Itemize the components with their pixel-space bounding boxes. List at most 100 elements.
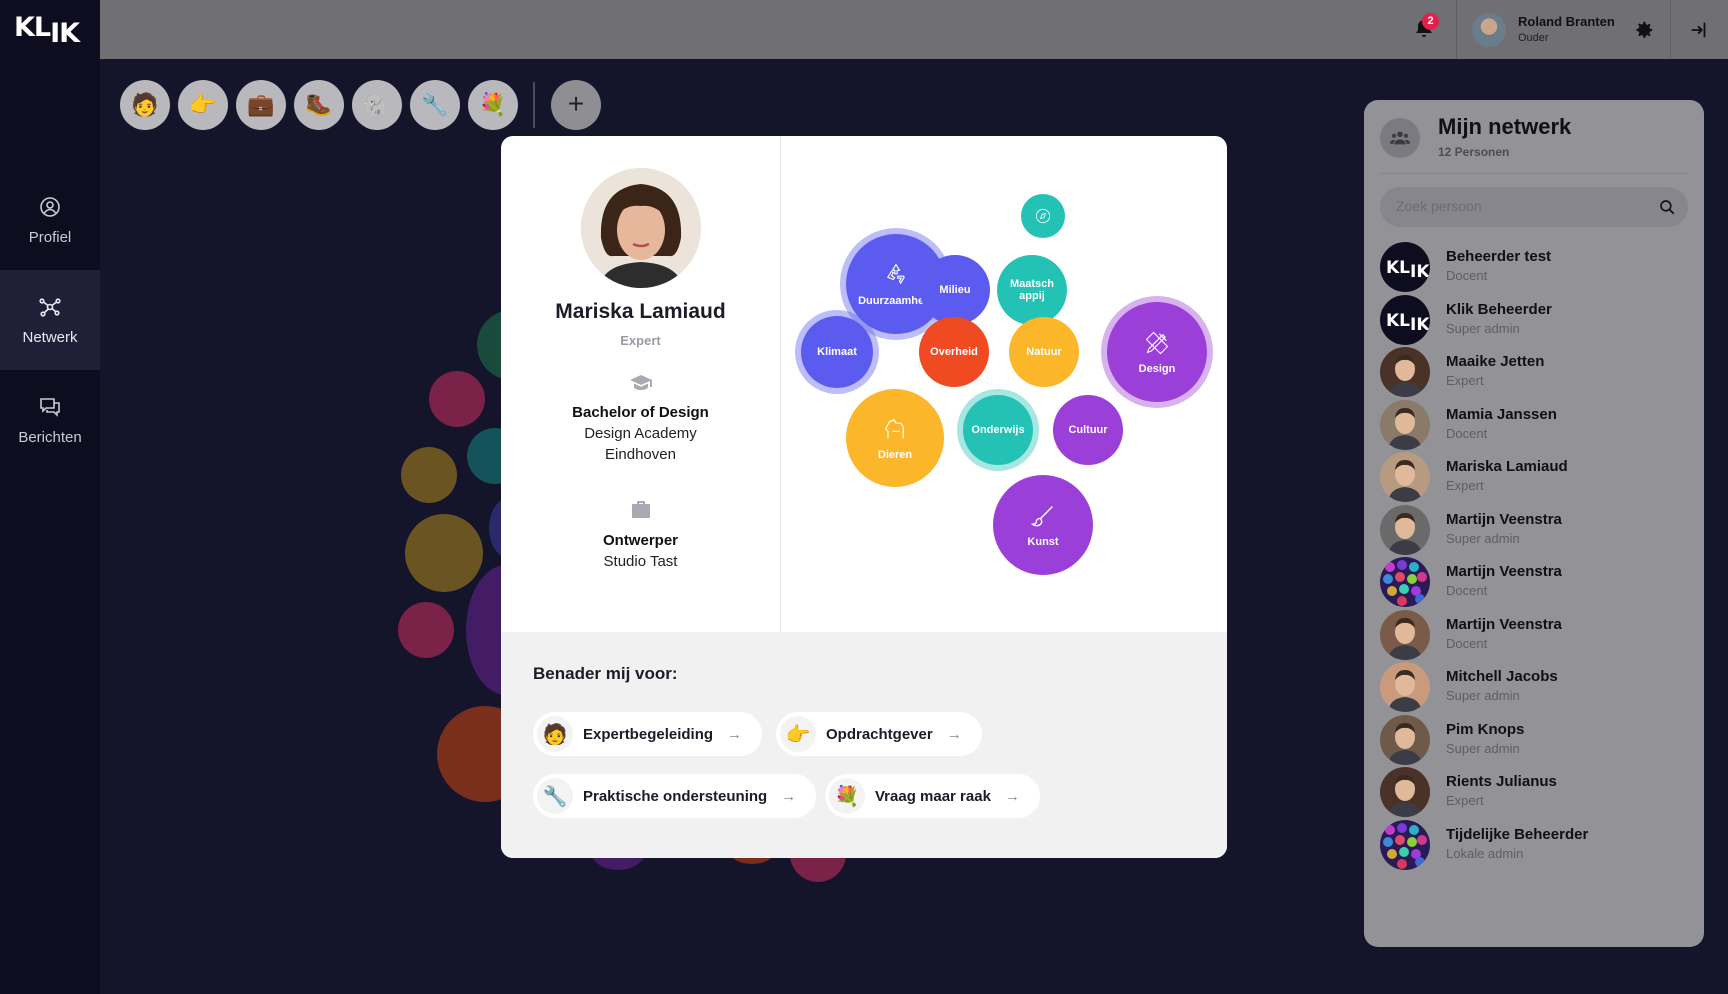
person-avatar <box>1380 662 1430 712</box>
contact-option-icon: 👉 <box>780 716 816 752</box>
people-icon <box>1380 118 1420 158</box>
person-avatar: KLIK <box>1380 242 1430 292</box>
person-avatar <box>1380 347 1430 397</box>
elephant-filter[interactable]: 🐘 <box>352 80 402 130</box>
interest-label: Overheid <box>930 345 978 358</box>
person-row[interactable]: KLIK Beheerder test Docent <box>1380 240 1690 292</box>
person-row[interactable]: Mitchell Jacobs Super admin <box>1380 660 1690 712</box>
klik-logo[interactable]: KLIK <box>14 12 80 49</box>
interest-natuur[interactable]: Natuur <box>1009 317 1079 387</box>
person-row[interactable]: Pim Knops Super admin <box>1380 713 1690 765</box>
interest-label: Onderwijs <box>971 423 1025 436</box>
person-avatar: KLIK <box>1380 294 1430 345</box>
person-name: Beheerder test <box>1446 248 1552 265</box>
sidebar: KLIK Profiel Netwerk Berichten <box>0 0 100 994</box>
nav-item-netwerk[interactable]: Netwerk <box>0 270 100 370</box>
add-filter-button[interactable]: + <box>551 80 601 130</box>
filter-divider <box>533 82 535 128</box>
opdrachtgever-filter[interactable]: 👉 <box>178 80 228 130</box>
interest-unlabeled[interactable] <box>1021 194 1065 238</box>
interest-maatschappij[interactable]: Maatschappij <box>997 255 1067 325</box>
person-role: Docent <box>1446 583 1488 598</box>
interest-onderwijs[interactable]: Onderwijs <box>963 395 1033 465</box>
person-row[interactable]: Maaike Jetten Expert <box>1380 345 1690 397</box>
person-role: Expert <box>1446 793 1484 808</box>
bg-node <box>398 602 454 658</box>
person-role: Docent <box>1446 268 1488 283</box>
interest-dieren[interactable]: Dieren <box>846 389 944 487</box>
person-avatar <box>1380 767 1430 817</box>
person-row[interactable]: Martijn Veenstra Super admin <box>1380 503 1690 555</box>
contact-chip-vraag-maar-raak[interactable]: 💐 Vraag maar raak → <box>825 774 1040 818</box>
person-row[interactable]: Mariska Lamiaud Expert <box>1380 450 1690 502</box>
boot-filter[interactable]: 🥾 <box>294 80 344 130</box>
interest-milieu[interactable]: Milieu <box>920 255 990 325</box>
search-input[interactable] <box>1396 198 1636 214</box>
person-role: Docent <box>1446 635 1488 651</box>
contact-option-icon: 💐 <box>829 778 865 814</box>
interest-label: Cultuur <box>1068 423 1108 436</box>
contact-option-icon: 🔧 <box>537 778 573 814</box>
interest-klimaat[interactable]: Klimaat <box>801 316 873 388</box>
logo-text-b: IK <box>50 18 80 49</box>
interest-kunst[interactable]: Kunst <box>993 475 1093 575</box>
gear-icon[interactable] <box>1633 19 1655 41</box>
person-role: Super admin <box>1446 740 1520 756</box>
person-name: Mariska Lamiaud <box>1446 458 1568 475</box>
person-name: Mamia Janssen <box>1446 405 1557 423</box>
education-city: Eindhoven <box>605 446 676 463</box>
person-row[interactable]: Mamia Janssen Docent <box>1380 398 1690 450</box>
topbar-divider <box>1670 0 1671 59</box>
contact-option-label: Praktische ondersteuning <box>583 787 768 805</box>
person-row[interactable]: Martijn Veenstra Docent <box>1380 555 1690 607</box>
arrow-right-icon: → <box>946 725 962 743</box>
education-school: Design Academy <box>584 425 697 442</box>
person-row[interactable]: Tijdelijke Beheerder Lokale admin <box>1380 818 1690 870</box>
nav-item-berichten[interactable]: Berichten <box>0 370 100 470</box>
user-name[interactable]: Roland Branten <box>1518 14 1615 29</box>
network-divider <box>1380 173 1688 174</box>
contact-option-label: Opdrachtgever <box>826 725 933 743</box>
graduation-cap-icon <box>630 375 652 390</box>
person-name: Martijn Veenstra <box>1446 510 1562 528</box>
contact-chip-expertbegeleiding[interactable]: 🧑 Expertbegeleiding → <box>533 712 763 756</box>
compass-icon <box>1035 208 1051 224</box>
interest-cultuur[interactable]: Cultuur <box>1053 395 1123 465</box>
person-name: Klik Beheerder <box>1446 300 1552 318</box>
person-row[interactable]: Martijn Veenstra Docent <box>1380 608 1690 660</box>
interest-design[interactable]: Design <box>1107 302 1207 402</box>
person-row[interactable]: Rients Julianus Expert <box>1380 765 1690 817</box>
contact-chip-opdrachtgever[interactable]: 👉 Opdrachtgever → <box>776 712 982 756</box>
profile-name: Mariska Lamiaud <box>555 300 726 323</box>
network-title: Mijn netwerk <box>1438 114 1572 139</box>
expertbegeleiding-filter[interactable]: 🧑 <box>120 80 170 130</box>
search-icon[interactable] <box>1658 198 1676 216</box>
interest-label: Kunst <box>1027 535 1059 548</box>
modal-divider <box>780 136 781 632</box>
contact-option-label: Vraag maar raak <box>875 787 991 805</box>
recycle-icon <box>886 263 905 285</box>
pencil-ruler-icon <box>1145 331 1169 355</box>
briefcase-icon <box>632 501 650 518</box>
person-row[interactable]: KLIK Klik Beheerder Super admin <box>1380 293 1690 345</box>
nav-item-profiel[interactable]: Profiel <box>0 170 100 270</box>
logout-icon[interactable] <box>1688 19 1710 41</box>
bg-node <box>429 371 485 427</box>
person-name: Tijdelijke Beheerder <box>1446 825 1589 843</box>
interest-overheid[interactable]: Overheid <box>919 317 989 387</box>
chat-icon <box>40 397 60 417</box>
interest-label: Milieu <box>939 283 971 296</box>
network-panel: Mijn netwerk 12 Personen KLIK Beheerder t… <box>1364 100 1704 947</box>
contact-chip-praktische-ondersteuning[interactable]: 🔧 Praktische ondersteuning → <box>533 774 817 818</box>
briefcase-filter[interactable]: 💼 <box>236 80 286 130</box>
praktische-ondersteuning-filter[interactable]: 🔧 <box>410 80 460 130</box>
arrow-right-icon: → <box>727 725 743 743</box>
person-avatar <box>1380 819 1430 870</box>
bg-node <box>401 447 457 503</box>
user-avatar[interactable] <box>1472 13 1506 47</box>
vraag-maar-raak-filter[interactable]: 💐 <box>468 80 518 130</box>
person-name: Rients Julianus <box>1446 773 1557 790</box>
person-avatar <box>1380 399 1430 450</box>
person-avatar <box>1380 557 1430 607</box>
topbar-divider <box>1456 0 1457 59</box>
